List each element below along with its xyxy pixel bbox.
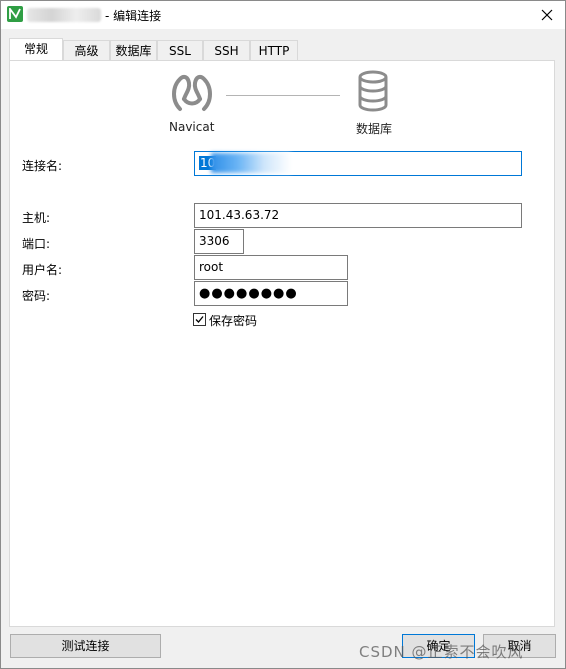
csdn-watermark: CSDN @正索不会吹风 <box>359 643 524 661</box>
database-label: 数据库 <box>356 122 393 136</box>
edit-connection-dialog: - 编辑连接 常规 高级 数据库 SSL SSH HTTP Navicat 数据… <box>0 0 566 669</box>
navicat-label: Navicat <box>169 120 215 134</box>
close-icon <box>541 9 553 21</box>
title-bar: - 编辑连接 <box>1 1 565 29</box>
connection-name-input[interactable]: 10 <box>194 151 522 176</box>
close-button[interactable] <box>537 5 557 25</box>
tab-general[interactable]: 常规 <box>9 38 63 61</box>
connection-line <box>226 95 340 96</box>
tab-database[interactable]: 数据库 <box>110 40 157 60</box>
checkmark-icon <box>195 316 204 323</box>
tab-advanced[interactable]: 高级 <box>63 40 110 60</box>
username-label: 用户名: <box>22 263 63 277</box>
checkbox-box[interactable] <box>193 313 206 326</box>
tab-ssl[interactable]: SSL <box>157 40 203 60</box>
username-input[interactable]: root <box>194 255 348 280</box>
port-input[interactable]: 3306 <box>194 229 244 254</box>
password-input[interactable]: ●●●●●●●● <box>194 281 348 306</box>
save-password-label: 保存密码 <box>209 314 258 328</box>
navicat-app-icon <box>7 6 23 22</box>
host-input[interactable]: 101.43.63.72 <box>194 203 522 228</box>
navicat-logo-icon <box>172 74 212 111</box>
port-label: 端口: <box>22 237 51 251</box>
general-tab-panel: Navicat 数据库 连接名: 10 主机: 101.43.63.72 端口:… <box>9 60 555 627</box>
password-label: 密码: <box>22 289 51 303</box>
window-title: - 编辑连接 <box>105 9 162 23</box>
tab-http[interactable]: HTTP <box>250 40 298 60</box>
redacted-connection-name <box>27 8 101 22</box>
database-icon <box>358 70 388 112</box>
connection-name-label: 连接名: <box>22 159 63 173</box>
tab-ssh[interactable]: SSH <box>203 40 250 60</box>
test-connection-button[interactable]: 测试连接 <box>10 634 161 658</box>
host-label: 主机: <box>22 211 51 225</box>
redacted-name-overlay <box>211 153 291 173</box>
